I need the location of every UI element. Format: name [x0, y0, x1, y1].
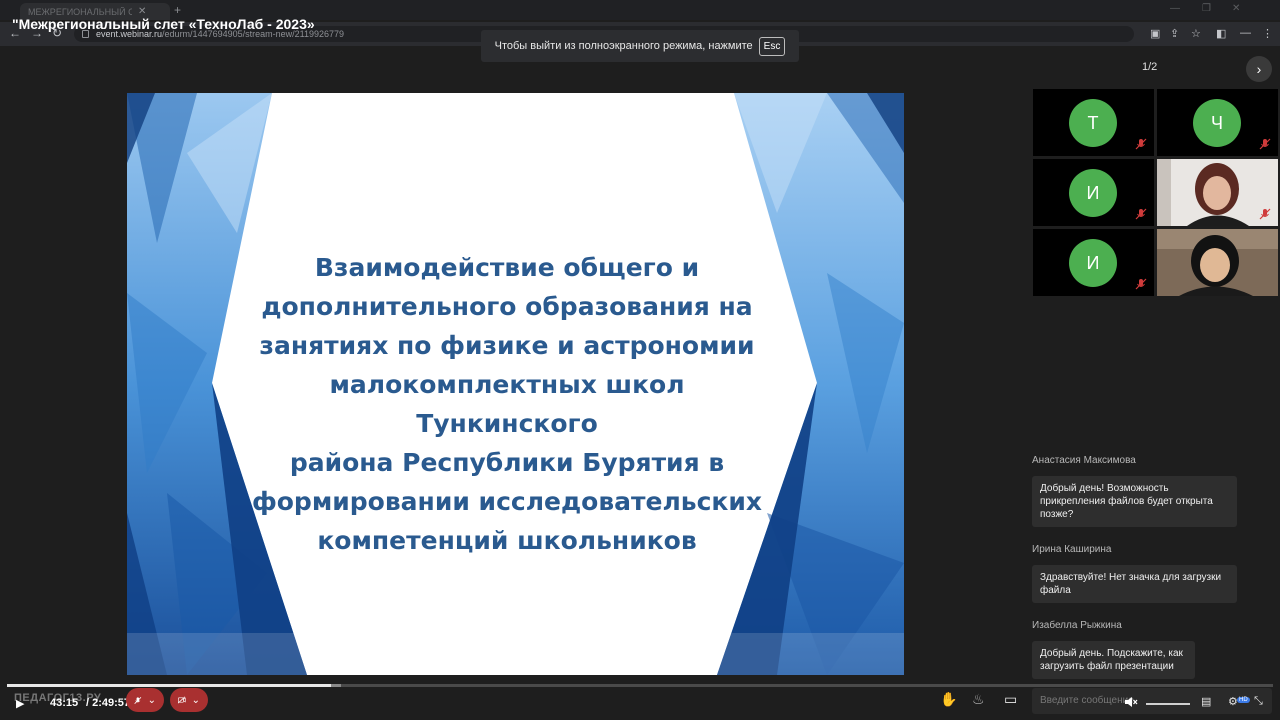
- event-title: "Межрегиональный слет «ТехноЛаб - 2023»: [12, 16, 315, 32]
- chat-author: Изабелла Рыжкина: [1032, 620, 1122, 631]
- screen-layout-icon[interactable]: ▭: [1004, 691, 1017, 708]
- microphone-toggle-button[interactable]: ⌄: [126, 688, 164, 712]
- window-close-icon[interactable]: ✕: [1232, 3, 1240, 14]
- next-page-button[interactable]: ›: [1246, 56, 1272, 82]
- avatar: Ч: [1193, 99, 1241, 147]
- chevron-down-icon[interactable]: ⌄: [148, 695, 156, 706]
- slide-title-line: занятиях по физике и астрономии: [259, 331, 755, 360]
- current-time: 43:15: [50, 697, 79, 709]
- avatar: Т: [1069, 99, 1117, 147]
- share-icon[interactable]: ⇪: [1170, 27, 1179, 40]
- chevron-down-icon[interactable]: ⌄: [192, 695, 200, 706]
- participant-video: [1157, 229, 1278, 296]
- participants-pager: 1/2: [1142, 61, 1158, 73]
- fullscreen-notice-text: Чтобы выйти из полноэкранного режима, на…: [494, 40, 753, 52]
- chat-message: Здравствуйте! Нет значка для загрузки фа…: [1032, 565, 1237, 603]
- play-icon[interactable]: ▶: [16, 697, 24, 710]
- participant-tile[interactable]: И: [1033, 229, 1154, 296]
- exit-fullscreen-icon[interactable]: ⤡: [1254, 695, 1263, 708]
- presentation-slide: Взаимодействие общего и дополнительного …: [127, 93, 904, 675]
- hd-badge: HD: [1237, 697, 1250, 703]
- slide-title-line: Взаимодействие общего и: [314, 253, 700, 282]
- playback-progress-bar[interactable]: [7, 684, 1273, 687]
- slide-title-line: района Республики Бурятия в: [289, 448, 725, 477]
- participant-tile[interactable]: И: [1033, 159, 1154, 226]
- mic-off-icon: [1259, 138, 1271, 150]
- profile-icon[interactable]: —: [1240, 27, 1251, 39]
- camera-toggle-button[interactable]: ⌄: [170, 688, 208, 712]
- chat-author: Анастасия Максимова: [1032, 455, 1136, 466]
- slide-title: Взаимодействие общего и дополнительного …: [237, 248, 777, 560]
- camera-off-icon: [178, 696, 186, 704]
- esc-key-hint: Esc: [758, 36, 786, 56]
- participant-tile[interactable]: Т: [1033, 89, 1154, 156]
- browser-menu-icon[interactable]: ⋮: [1262, 27, 1273, 40]
- participant-video-tile[interactable]: [1157, 229, 1278, 296]
- blocked-popup-icon[interactable]: ▣: [1150, 27, 1160, 40]
- played-range: [7, 684, 331, 687]
- settings-gear-icon[interactable]: ⚙: [1228, 695, 1238, 708]
- minimize-icon[interactable]: —: [1170, 3, 1180, 14]
- mic-off-icon: [1135, 208, 1147, 220]
- avatar: И: [1069, 169, 1117, 217]
- avatar: И: [1069, 239, 1117, 287]
- chat-author: Ирина Каширина: [1032, 544, 1112, 555]
- mic-off-icon: [1259, 208, 1271, 220]
- chat-message: Добрый день. Подскажите, как загрузить ф…: [1032, 641, 1195, 679]
- slide-title-line: дополнительного образования на: [261, 292, 753, 321]
- restore-icon[interactable]: ❐: [1202, 3, 1211, 14]
- side-panel-icon[interactable]: ◧: [1216, 27, 1226, 40]
- fullscreen-exit-notice: Чтобы выйти из полноэкранного режима, на…: [481, 30, 799, 62]
- browser-tab-label: МЕЖРЕГИОНАЛЬНЫЙ СЛЕТ: [28, 6, 132, 17]
- bookmark-star-icon[interactable]: ☆: [1191, 27, 1201, 40]
- new-tab-icon[interactable]: +: [174, 3, 181, 17]
- slide-title-line: малокомплектных школ Тункинского: [329, 370, 685, 438]
- total-time: / 2:49:57: [86, 697, 131, 709]
- slide-title-line: формировании исследовательских: [251, 487, 763, 516]
- webinar-fullscreen-view: МЕЖРЕГИОНАЛЬНЫЙ СЛЕТ ✕ + — ❐ ✕ ← → ↻ eve…: [0, 0, 1280, 720]
- participant-video-tile[interactable]: [1157, 159, 1278, 226]
- subtitles-icon[interactable]: ▤: [1201, 695, 1211, 708]
- volume-slider[interactable]: [1146, 703, 1190, 705]
- participant-tile[interactable]: Ч: [1157, 89, 1278, 156]
- slide-title-line: компетенций школьников: [317, 526, 697, 555]
- chevron-right-icon: ›: [1256, 61, 1262, 77]
- volume-muted-icon[interactable]: [1124, 696, 1138, 708]
- reactions-icon[interactable]: ♨: [972, 691, 985, 708]
- chat-message: Добрый день! Возможность прикрепления фа…: [1032, 476, 1237, 527]
- raise-hand-icon[interactable]: ✋: [940, 691, 957, 708]
- mic-off-icon: [1135, 138, 1147, 150]
- mic-off-icon: [134, 696, 142, 704]
- mic-off-icon: [1135, 278, 1147, 290]
